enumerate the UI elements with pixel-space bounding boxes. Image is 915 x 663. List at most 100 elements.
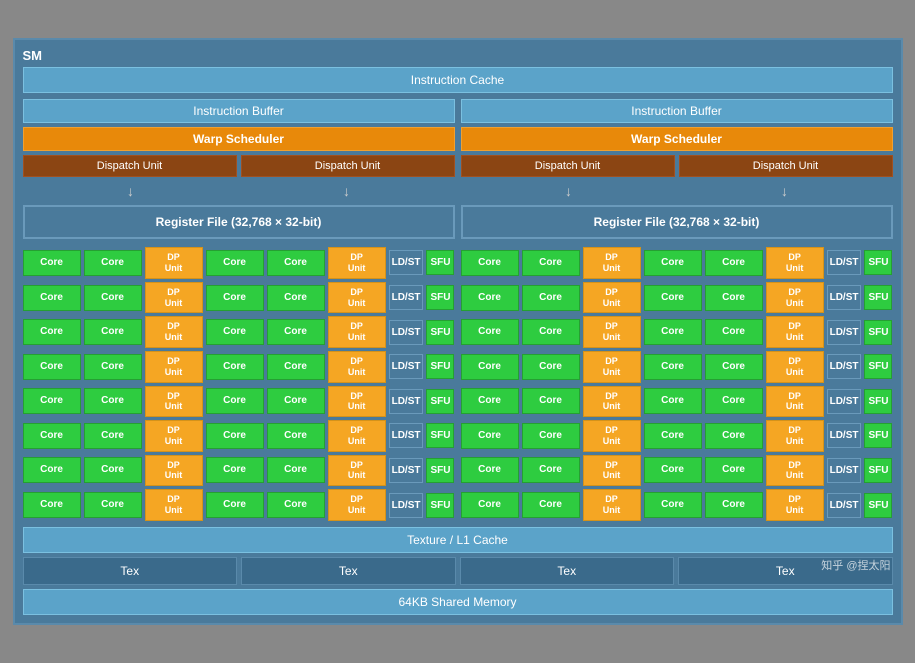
right-dispatch-unit-2: Dispatch Unit	[679, 155, 893, 177]
ldst-cell: LD/ST	[389, 285, 424, 310]
ldst-cell: LD/ST	[827, 493, 862, 518]
dp-unit-cell: DPUnit	[766, 420, 824, 452]
right-arrow-2: ↓	[781, 183, 788, 199]
dp-unit-cell: DPUnit	[583, 351, 641, 383]
right-cores-grid: Core Core DPUnit Core Core DPUnit LD/ST …	[461, 247, 893, 521]
dp-unit-cell: DPUnit	[328, 316, 386, 348]
core-cell: Core	[522, 250, 580, 276]
dp-unit-cell: DPUnit	[145, 489, 203, 521]
core-cell: Core	[705, 250, 763, 276]
core-cell: Core	[267, 354, 325, 380]
right-core-row-4: Core Core DPUnit Core Core DPUnit LD/ST …	[461, 351, 893, 383]
core-cell: Core	[84, 388, 142, 414]
core-cell: Core	[23, 354, 81, 380]
core-cell: Core	[267, 423, 325, 449]
left-arrow-2: ↓	[343, 183, 350, 199]
core-cell: Core	[705, 285, 763, 311]
dp-unit-cell: DPUnit	[583, 489, 641, 521]
core-cell: Core	[267, 250, 325, 276]
core-cell: Core	[267, 285, 325, 311]
sfu-cell: SFU	[426, 354, 454, 379]
sfu-cell: SFU	[426, 423, 454, 448]
core-cell: Core	[84, 492, 142, 518]
core-cell: Core	[644, 388, 702, 414]
right-dispatch-row: Dispatch Unit Dispatch Unit	[461, 155, 893, 177]
sfu-cell: SFU	[864, 354, 892, 379]
sfu-cell: SFU	[426, 320, 454, 345]
core-cell: Core	[461, 250, 519, 276]
sfu-cell: SFU	[864, 285, 892, 310]
left-core-row-5: Core Core DPUnit Core Core DPUnit LD/ST …	[23, 386, 455, 418]
sm-container: SM Instruction Cache Instruction Buffer …	[13, 38, 903, 625]
core-cell: Core	[461, 388, 519, 414]
ldst-cell: LD/ST	[389, 389, 424, 414]
core-cell: Core	[84, 285, 142, 311]
core-cell: Core	[84, 423, 142, 449]
tex-cell-1: Tex	[23, 557, 238, 585]
dp-unit-cell: DPUnit	[145, 247, 203, 279]
dp-unit-cell: DPUnit	[583, 247, 641, 279]
sfu-cell: SFU	[864, 389, 892, 414]
instruction-cache: Instruction Cache	[23, 67, 893, 93]
right-instruction-buffer: Instruction Buffer	[461, 99, 893, 123]
left-core-row-2: Core Core DPUnit Core Core DPUnit LD/ST …	[23, 282, 455, 314]
core-cell: Core	[461, 423, 519, 449]
ldst-cell: LD/ST	[389, 250, 424, 275]
core-cell: Core	[267, 388, 325, 414]
core-cell: Core	[461, 492, 519, 518]
right-arrows: ↓ ↓	[461, 183, 893, 199]
ldst-cell: LD/ST	[827, 354, 862, 379]
ldst-cell: LD/ST	[389, 493, 424, 518]
core-cell: Core	[705, 388, 763, 414]
right-half: Instruction Buffer Warp Scheduler Dispat…	[461, 99, 893, 521]
core-cell: Core	[644, 285, 702, 311]
dp-unit-cell: DPUnit	[145, 316, 203, 348]
core-cell: Core	[206, 492, 264, 518]
dp-unit-cell: DPUnit	[766, 282, 824, 314]
core-cell: Core	[522, 285, 580, 311]
core-cell: Core	[84, 250, 142, 276]
dp-unit-cell: DPUnit	[328, 420, 386, 452]
ldst-cell: LD/ST	[389, 320, 424, 345]
right-core-row-1: Core Core DPUnit Core Core DPUnit LD/ST …	[461, 247, 893, 279]
shared-memory: 64KB Shared Memory	[23, 589, 893, 615]
core-cell: Core	[23, 423, 81, 449]
core-cell: Core	[522, 457, 580, 483]
dp-unit-cell: DPUnit	[583, 420, 641, 452]
core-cell: Core	[267, 492, 325, 518]
sfu-cell: SFU	[864, 423, 892, 448]
core-cell: Core	[206, 423, 264, 449]
dp-unit-cell: DPUnit	[328, 247, 386, 279]
dp-unit-cell: DPUnit	[145, 386, 203, 418]
dp-unit-cell: DPUnit	[766, 386, 824, 418]
dp-unit-cell: DPUnit	[766, 351, 824, 383]
left-half: Instruction Buffer Warp Scheduler Dispat…	[23, 99, 455, 521]
dp-unit-cell: DPUnit	[145, 455, 203, 487]
core-cell: Core	[206, 285, 264, 311]
core-cell: Core	[522, 354, 580, 380]
tex-cell-3: Tex	[460, 557, 675, 585]
core-cell: Core	[23, 285, 81, 311]
dp-unit-cell: DPUnit	[766, 489, 824, 521]
core-cell: Core	[206, 457, 264, 483]
dp-unit-cell: DPUnit	[328, 489, 386, 521]
dp-unit-cell: DPUnit	[583, 386, 641, 418]
core-cell: Core	[23, 492, 81, 518]
watermark: 知乎 @捏太阳	[821, 557, 890, 573]
ldst-cell: LD/ST	[827, 458, 862, 483]
core-cell: Core	[522, 319, 580, 345]
sfu-cell: SFU	[426, 458, 454, 483]
core-cell: Core	[705, 319, 763, 345]
dp-unit-cell: DPUnit	[766, 247, 824, 279]
core-cell: Core	[84, 457, 142, 483]
tex-cell-2: Tex	[241, 557, 456, 585]
sfu-cell: SFU	[864, 250, 892, 275]
core-cell: Core	[705, 354, 763, 380]
ldst-cell: LD/ST	[389, 423, 424, 448]
core-cell: Core	[522, 388, 580, 414]
core-cell: Core	[705, 492, 763, 518]
dp-unit-cell: DPUnit	[328, 455, 386, 487]
core-cell: Core	[206, 319, 264, 345]
sfu-cell: SFU	[426, 389, 454, 414]
ldst-cell: LD/ST	[827, 423, 862, 448]
